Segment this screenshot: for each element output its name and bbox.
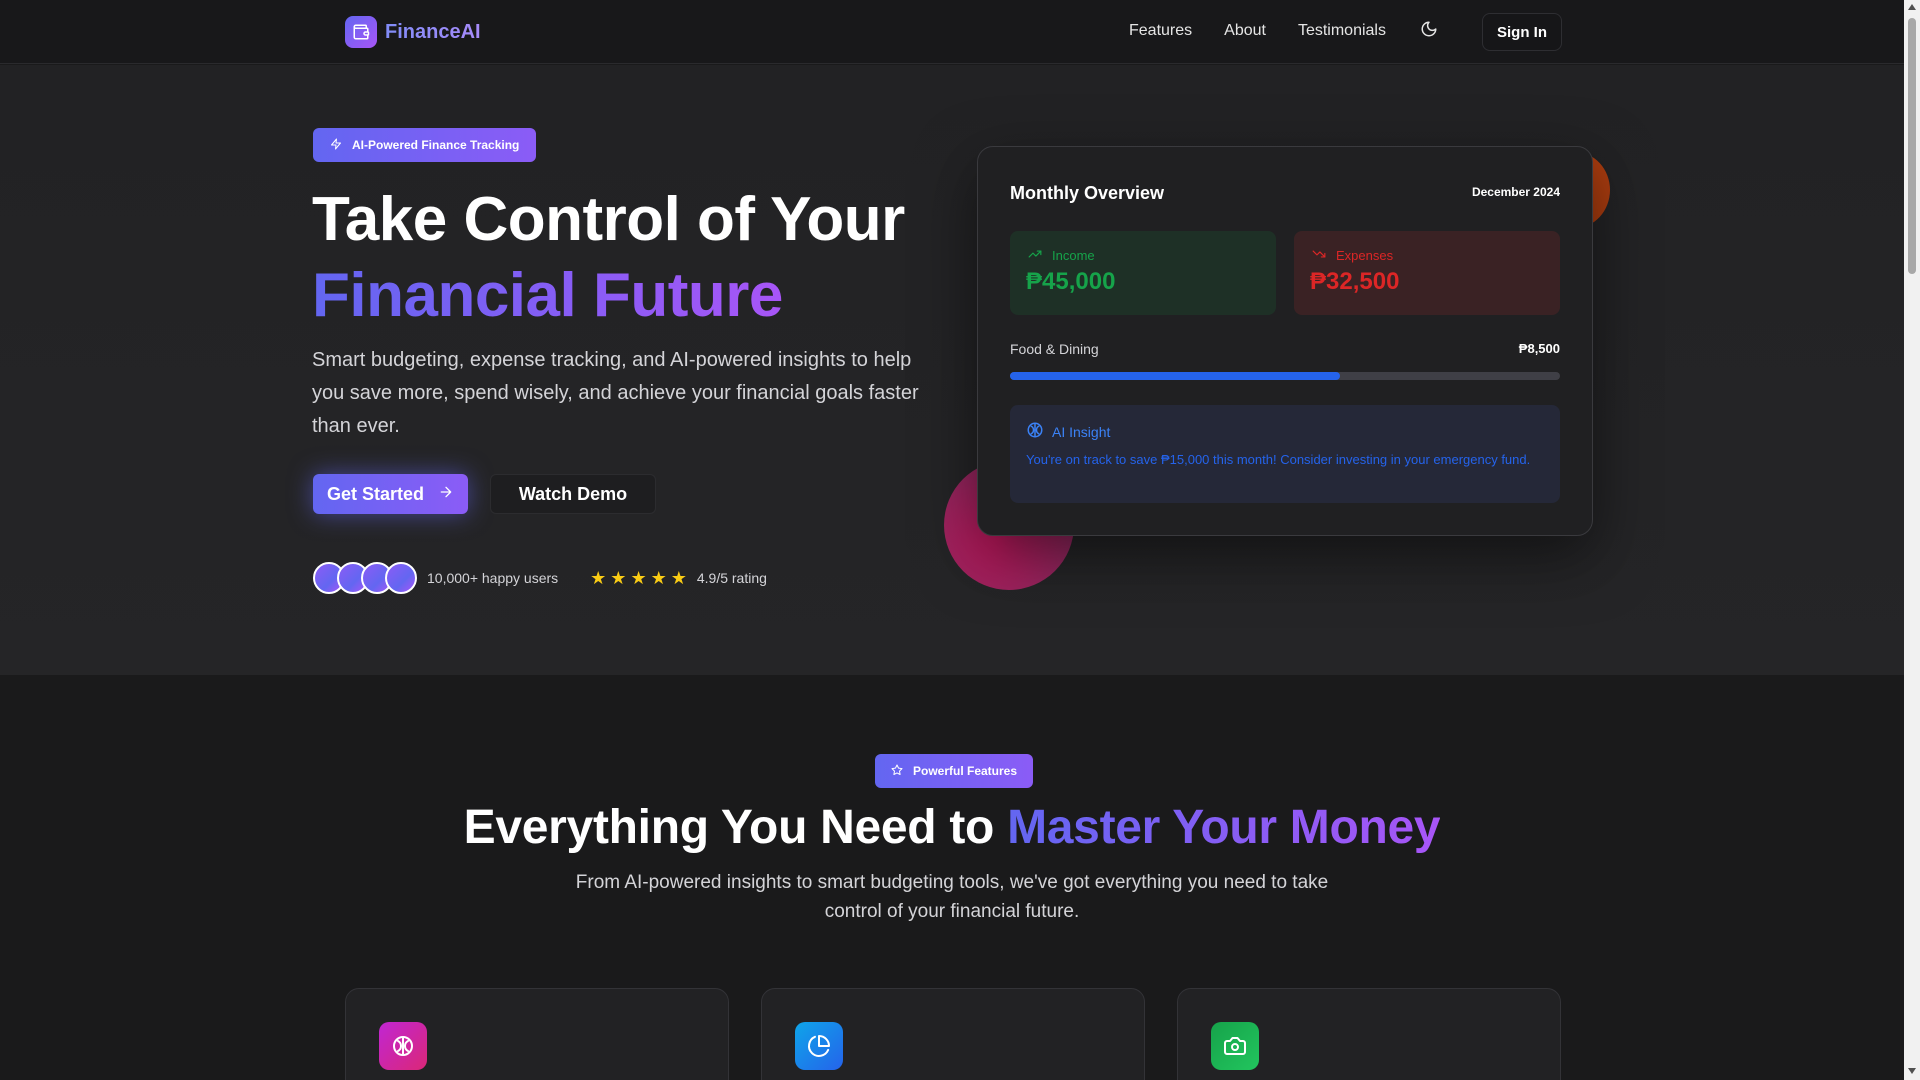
monthly-overview-card: Monthly Overview December 2024 Income ₱4…	[977, 146, 1593, 536]
ai-insight-box: AI Insight You're on track to save ₱15,0…	[1010, 405, 1560, 503]
star-icon: ★	[630, 567, 647, 588]
hero-badge: AI-Powered Finance Tracking	[313, 128, 537, 162]
hero-title-line1: Take Control of Your	[312, 185, 905, 254]
income-label: Income	[1026, 247, 1260, 264]
avatar-group	[313, 562, 417, 594]
wallet-icon	[345, 16, 377, 48]
features-title-plain: Everything You Need to	[463, 801, 1008, 854]
expense-value: ₱32,500	[1310, 268, 1400, 295]
rating-text: 4.9/5 rating	[696, 570, 767, 586]
arrow-right-icon	[438, 484, 454, 505]
expense-label-text: Expenses	[1336, 248, 1394, 263]
brain-icon	[379, 1022, 427, 1070]
sign-in-button[interactable]: Sign In	[1482, 13, 1562, 51]
category-label: Food & Dining	[1010, 341, 1099, 357]
nav-links: Features About Testimonials	[1129, 22, 1386, 40]
expense-box: Expenses ₱32,500	[1294, 231, 1560, 315]
star-outline-icon	[891, 764, 903, 779]
get-started-button[interactable]: Get Started	[313, 474, 468, 514]
sparkle-icon	[330, 138, 342, 153]
scroll-thumb[interactable]	[1908, 18, 1916, 274]
feature-card-budget[interactable]	[761, 988, 1145, 1080]
expense-label: Expenses	[1310, 247, 1544, 264]
category-progress-bar	[1010, 372, 1560, 380]
star-rating: ★ ★ ★ ★ ★	[590, 568, 687, 589]
page-scrollbar[interactable]	[1904, 0, 1920, 1080]
hero-title: Take Control of Your Financial Future	[312, 182, 905, 334]
income-box: Income ₱45,000	[1010, 231, 1276, 315]
income-value: ₱45,000	[1026, 268, 1116, 295]
star-icon: ★	[610, 567, 627, 588]
star-icon: ★	[590, 567, 607, 588]
category-row: Food & Dining ₱8,500	[1010, 341, 1560, 357]
hero-subtitle: Smart budgeting, expense tracking, and A…	[312, 349, 919, 437]
watch-demo-button[interactable]: Watch Demo	[490, 474, 656, 514]
hero-section	[0, 65, 1904, 675]
features-badge: Powerful Features	[875, 754, 1034, 788]
card-date: December 2024	[1471, 185, 1560, 199]
users-count: 10,000+ happy users	[427, 570, 559, 586]
features-title-gradient: Master Your Money	[1007, 801, 1441, 854]
category-amount: ₱8,500	[1518, 341, 1560, 356]
category-progress-fill	[1010, 372, 1340, 380]
hero-title-line2: Financial Future	[312, 261, 783, 330]
logo-text: FinanceAI	[385, 20, 481, 43]
nav-link-features[interactable]: Features	[1129, 22, 1192, 40]
brain-icon	[1026, 421, 1044, 442]
card-title: Monthly Overview	[1010, 183, 1165, 203]
scroll-up-arrow[interactable]	[1908, 4, 1916, 10]
camera-icon	[1211, 1022, 1259, 1070]
trending-down-icon	[1310, 247, 1328, 264]
logo[interactable]: FinanceAI	[345, 16, 481, 48]
nav-link-about[interactable]: About	[1224, 22, 1266, 40]
feature-card-receipt[interactable]	[1177, 988, 1561, 1080]
nav-link-testimonials[interactable]: Testimonials	[1298, 22, 1386, 40]
features-subtitle: From AI-powered insights to smart budget…	[575, 872, 1329, 922]
hero-badge-text: AI-Powered Finance Tracking	[352, 138, 520, 152]
moon-icon[interactable]	[1420, 20, 1442, 42]
features-title: Everything You Need to Master Your Money	[0, 800, 1904, 855]
pie-chart-icon	[795, 1022, 843, 1070]
trending-up-icon	[1026, 247, 1044, 264]
social-proof: 10,000+ happy users ★ ★ ★ ★ ★ 4.9/5 rati…	[313, 562, 767, 594]
star-icon: ★	[670, 567, 687, 588]
ai-insight-title-text: AI Insight	[1052, 423, 1111, 440]
income-label-text: Income	[1052, 248, 1095, 263]
ai-insight-title: AI Insight	[1026, 421, 1544, 442]
star-icon: ★	[650, 567, 667, 588]
avatar	[385, 562, 417, 594]
get-started-label: Get Started	[326, 483, 425, 504]
feature-card-ai[interactable]	[345, 988, 729, 1080]
top-navbar: FinanceAI Features About Testimonials Si…	[0, 0, 1904, 64]
ai-insight-text: You're on track to save ₱15,000 this mon…	[1026, 452, 1531, 467]
scroll-down-arrow[interactable]	[1908, 1068, 1916, 1074]
features-badge-text: Powerful Features	[913, 764, 1018, 778]
